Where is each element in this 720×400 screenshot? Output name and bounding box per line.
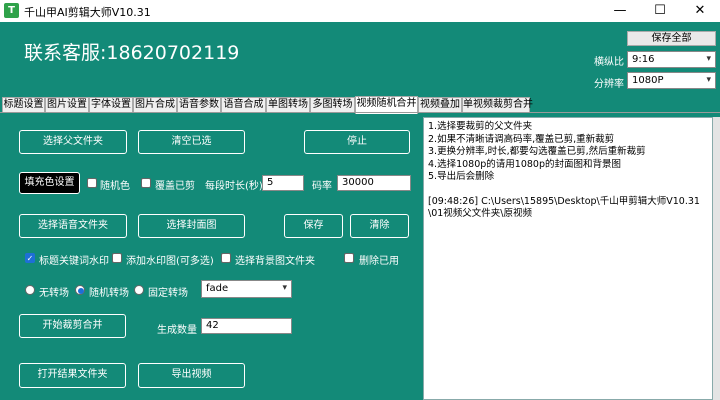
log-panel[interactable]: 1.选择要裁剪的父文件夹 2.如果不清晰请调高码率,覆盖已剪,重新裁剪 3.更换… bbox=[423, 117, 713, 400]
log-line: 4.选择1080p的请用1080p的封面图和背景图 bbox=[428, 158, 621, 170]
bitrate-input[interactable]: 30000 bbox=[337, 175, 411, 191]
tab-multi-transition[interactable]: 多图转场 bbox=[310, 97, 355, 113]
select-parent-folder-button[interactable]: 选择父文件夹 bbox=[19, 130, 127, 154]
clear-button[interactable]: 清除 bbox=[350, 214, 409, 238]
random-transition-label: 随机转场 bbox=[89, 288, 129, 299]
select-voice-folder-button[interactable]: 选择语音文件夹 bbox=[19, 214, 127, 238]
delete-used-label: 删除已用 bbox=[359, 256, 399, 267]
no-transition-label: 无转场 bbox=[39, 288, 69, 299]
random-color-label: 随机色 bbox=[100, 181, 130, 192]
resolution-label: 分辨率 bbox=[594, 79, 624, 90]
tab-single-transition[interactable]: 单图转场 bbox=[266, 97, 310, 113]
open-result-folder-button[interactable]: 打开结果文件夹 bbox=[19, 363, 126, 388]
overwrite-clipped-checkbox[interactable] bbox=[141, 178, 151, 188]
transition-select[interactable]: fade ▾ bbox=[201, 280, 292, 298]
aspect-label: 横纵比 bbox=[594, 57, 624, 68]
tab-image-settings[interactable]: 图片设置 bbox=[45, 97, 89, 113]
count-input[interactable]: 42 bbox=[201, 318, 292, 334]
fixed-transition-label: 固定转场 bbox=[148, 288, 188, 299]
fixed-transition-radio[interactable] bbox=[134, 285, 144, 295]
tab-video-overlay[interactable]: 视频叠加 bbox=[418, 97, 462, 113]
tab-strip: 标题设置 图片设置 字体设置 图片合成 语音参数 语音合成 单图转场 多图转场 … bbox=[0, 96, 720, 114]
chevron-down-icon: ▾ bbox=[706, 54, 711, 64]
tab-image-compose[interactable]: 图片合成 bbox=[133, 97, 177, 113]
overwrite-clipped-label: 覆盖已剪 bbox=[155, 181, 195, 192]
duration-input[interactable]: 5 bbox=[262, 175, 304, 191]
tab-single-video-cut[interactable]: 单视频裁剪合并 bbox=[462, 97, 533, 113]
tab-voice-compose[interactable]: 语音合成 bbox=[221, 97, 266, 113]
count-label: 生成数量 bbox=[157, 325, 197, 336]
log-line: 1.选择要裁剪的父文件夹 bbox=[428, 121, 533, 132]
log-line: 3.更换分辨率,时长,都要勾选覆盖已剪,然后重新裁剪 bbox=[428, 146, 646, 157]
keyword-watermark-label: 标题关键词水印 bbox=[39, 256, 109, 267]
resolution-value: 1080P bbox=[632, 75, 664, 86]
transition-value: fade bbox=[206, 283, 229, 294]
chevron-down-icon: ▾ bbox=[282, 283, 287, 293]
title-bar: T 千山甲AI剪辑大师V10.31 — ☐ ✕ bbox=[0, 0, 720, 22]
app-icon: T bbox=[4, 3, 19, 18]
bg-folder-label: 选择背景图文件夹 bbox=[235, 256, 315, 267]
maximize-button[interactable]: ☐ bbox=[640, 0, 680, 22]
log-line: [09:48:26] C:\Users\15895\Desktop\千山甲剪辑大… bbox=[428, 195, 700, 220]
clear-selected-button[interactable]: 清空已选 bbox=[138, 130, 245, 154]
bg-folder-checkbox[interactable] bbox=[221, 253, 231, 263]
close-button[interactable]: ✕ bbox=[680, 0, 720, 22]
stop-button[interactable]: 停止 bbox=[304, 130, 410, 154]
log-line: 5.导出后会删除 bbox=[428, 171, 495, 182]
log-scrollbar[interactable] bbox=[713, 117, 720, 400]
minimize-button[interactable]: — bbox=[600, 0, 640, 22]
random-transition-radio[interactable] bbox=[75, 285, 85, 295]
aspect-select[interactable]: 9:16 ▾ bbox=[627, 51, 716, 68]
log-line: 2.如果不清晰请调高码率,覆盖已剪,重新裁剪 bbox=[428, 133, 615, 145]
keyword-watermark-checkbox[interactable]: ✓ bbox=[25, 253, 35, 263]
save-button[interactable]: 保存 bbox=[284, 214, 343, 238]
contact-info: 联系客服:18620702119 bbox=[24, 42, 240, 64]
select-cover-button[interactable]: 选择封面图 bbox=[138, 214, 245, 238]
aspect-value: 9:16 bbox=[632, 54, 655, 65]
fill-color-button[interactable]: 填充色设置 bbox=[19, 172, 80, 194]
add-watermark-label: 添加水印图(可多选) bbox=[126, 256, 214, 267]
tab-voice-params[interactable]: 语音参数 bbox=[177, 97, 221, 113]
start-cut-merge-button[interactable]: 开始裁剪合并 bbox=[19, 314, 126, 338]
random-color-checkbox[interactable] bbox=[87, 178, 97, 188]
save-all-button[interactable]: 保存全部 bbox=[627, 31, 716, 46]
delete-used-checkbox[interactable] bbox=[344, 253, 354, 263]
export-video-button[interactable]: 导出视频 bbox=[138, 363, 245, 388]
resolution-select[interactable]: 1080P ▾ bbox=[627, 72, 716, 89]
bitrate-label: 码率 bbox=[312, 181, 332, 192]
duration-label: 每段时长(秒) bbox=[205, 181, 263, 192]
add-watermark-checkbox[interactable] bbox=[112, 253, 122, 263]
no-transition-radio[interactable] bbox=[25, 285, 35, 295]
tab-divider bbox=[0, 112, 720, 113]
log-line bbox=[428, 184, 708, 196]
tab-font-settings[interactable]: 字体设置 bbox=[89, 97, 133, 113]
chevron-down-icon: ▾ bbox=[706, 75, 711, 85]
tab-title-settings[interactable]: 标题设置 bbox=[2, 97, 45, 113]
window-title: 千山甲AI剪辑大师V10.31 bbox=[24, 6, 151, 19]
